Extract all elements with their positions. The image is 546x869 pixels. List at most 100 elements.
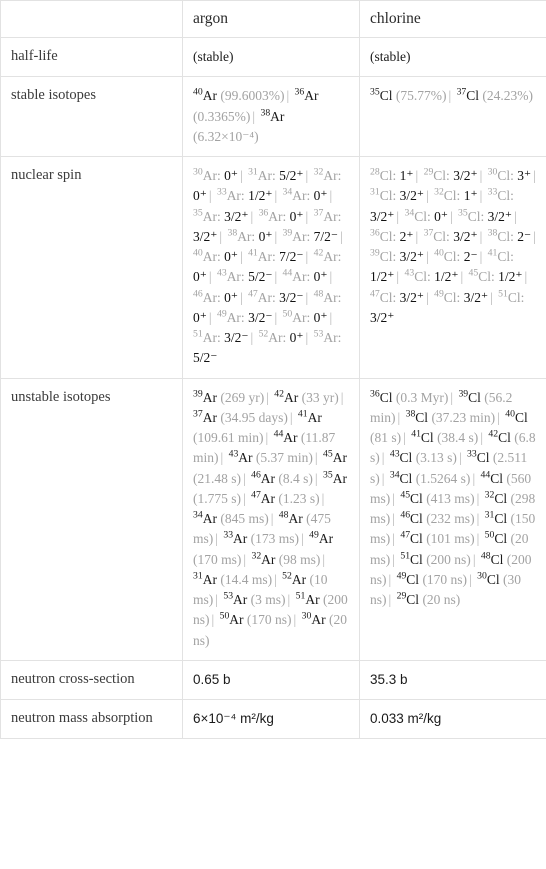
cell-value: (stable) — [370, 49, 411, 64]
isotope-separator: | — [208, 269, 212, 285]
isotope-symbol: 42Cl — [488, 428, 511, 445]
cell-argon-stable-isotopes: 40Ar (99.6003%) | 36Ar (0.3365%) | 38Ar (6… — [182, 76, 360, 157]
isotope-value: 3/2⁺ — [224, 208, 249, 224]
table-header-row: argon chlorine — [0, 0, 546, 38]
isotope-entry: 31Ar: 5/2⁺ — [248, 166, 303, 183]
isotope-symbol: 32Ar: — [313, 166, 342, 183]
isotope-symbol: 35Cl — [370, 86, 393, 104]
isotope-value: 3/2⁺ — [370, 208, 395, 224]
isotope-value: (34.95 days) — [220, 409, 288, 425]
isotope-separator: | — [266, 389, 269, 405]
isotope-value: 0⁺ — [224, 168, 238, 183]
isotope-symbol: 42Ar: — [313, 247, 342, 264]
isotope-entry: 29Cl (20 ns) — [397, 591, 461, 607]
isotope-entry: 32Cl: 1⁺ — [434, 187, 478, 203]
isotope-symbol: 33Cl: — [487, 186, 514, 204]
cell-value: 6×10⁻⁴ m²/kg — [193, 711, 274, 726]
isotope-symbol: 36Ar — [294, 86, 319, 104]
isotope-separator: | — [497, 409, 500, 425]
isotope-entry: 37Cl (24.23%) — [457, 87, 534, 104]
isotope-value: (0.3365%) — [193, 108, 251, 124]
isotope-symbol: 51Cl — [400, 550, 423, 567]
isotope-symbol: 41Ar: — [248, 247, 276, 264]
isotope-separator: | — [490, 289, 493, 305]
cell-argon-nuclear-spin: 30Ar: 0⁺ | 31Ar: 5/2⁺ | 32Ar: 0⁺ | 33Ar: 1/… — [182, 156, 360, 379]
isotope-value: 1/2⁺ — [248, 188, 273, 204]
isotope-symbol: 35Ar: — [193, 207, 221, 224]
isotope-symbol: 39Ar — [193, 388, 217, 405]
isotope-separator: | — [476, 490, 480, 506]
isotope-symbol: 50Ar — [219, 610, 244, 628]
isotope-symbol: 33Ar: — [216, 186, 245, 204]
isotope-value: 3/2⁺ — [370, 309, 395, 325]
isotope-entry: 36Cl (0.3 Myr) — [370, 388, 449, 405]
isotope-separator: | — [293, 612, 297, 628]
isotope-symbol: 31Ar: — [248, 166, 276, 183]
isotope-symbol: 36Cl — [370, 388, 393, 405]
isotope-value: (24.23%) — [482, 88, 534, 104]
row-label: half-life — [0, 36, 183, 78]
isotope-entry: 53Ar (3 ms) — [223, 590, 285, 607]
isotope-value: (6.32×10⁻⁴) — [193, 128, 259, 144]
isotope-value: (413 ms) — [426, 490, 475, 506]
isotope-separator: | — [460, 269, 464, 285]
isotope-separator: | — [449, 208, 453, 224]
cell-value: 0.033 m²/kg — [370, 711, 442, 726]
cell-argon-neutron-mass-absorption: 6×10⁻⁴ m²/kg — [182, 698, 360, 740]
isotope-separator: | — [314, 450, 318, 466]
isotope-separator: | — [305, 289, 309, 305]
isotope-value: (101 ms) — [426, 531, 475, 547]
column-header-chlorine: chlorine — [359, 0, 546, 38]
isotope-separator: | — [243, 551, 247, 567]
isotope-symbol: 41Ar — [297, 408, 322, 425]
isotope-symbol: 41Cl: — [487, 247, 514, 264]
isotope-entry: 38Cl: 2⁻ — [488, 228, 532, 244]
isotope-entry: 30Ar: 0⁺ — [193, 167, 238, 183]
isotope-value: (109.61 min) — [193, 430, 264, 445]
isotope-value: (1.5264 s) — [415, 470, 471, 486]
isotope-symbol: 47Cl: — [370, 288, 397, 305]
isotope-entry: 34Ar: 0⁺ — [283, 187, 328, 203]
isotope-entry: 39Ar (269 yr) — [193, 388, 264, 405]
isotope-symbol: 44Cl — [480, 469, 503, 486]
isotope-symbol: 32Cl — [484, 489, 508, 506]
isotope-symbol: 53Ar — [223, 590, 248, 607]
isotope-symbol: 46Ar: — [193, 288, 221, 305]
isotope-symbol: 47Ar: — [248, 288, 276, 305]
isotope-value: (0.3 Myr) — [395, 389, 449, 405]
isotope-value: (170 ms) — [193, 551, 242, 567]
isotope-separator: | — [476, 531, 480, 547]
isotope-value: (33 yr) — [301, 389, 339, 405]
isotope-separator: | — [392, 531, 395, 547]
cell-value: (stable) — [193, 49, 234, 64]
isotope-entry: 40Ar (99.6003%) — [193, 87, 284, 103]
isotope-separator: | — [415, 168, 419, 183]
isotope-entry: 34Cl (1.5264 s) — [390, 470, 471, 486]
isotope-entry: 49Ar: 3/2⁻ — [217, 309, 272, 325]
isotope-value: (170 ns) — [422, 571, 468, 587]
isotope-separator: | — [305, 330, 309, 345]
cell-chlorine-stable-isotopes: 35Cl (75.77%) | 37Cl (24.23%) — [359, 76, 546, 157]
isotope-separator: | — [329, 188, 333, 204]
isotope-value: 0⁺ — [313, 309, 328, 325]
isotope-entry: 34Cl: 0⁺ — [404, 208, 448, 224]
isotope-symbol: 47Ar — [251, 489, 276, 506]
isotope-value: (8.4 s) — [278, 470, 313, 486]
isotope-symbol: 38Ar — [260, 107, 285, 124]
table-row: stable isotopes 40Ar (99.6003%) | 36Ar (0.… — [0, 76, 546, 157]
isotope-separator: | — [480, 430, 484, 445]
isotope-symbol: 33Cl — [467, 448, 490, 466]
isotope-value: 3/2⁺ — [453, 168, 478, 183]
isotope-entry: 41Ar: 7/2⁻ — [248, 247, 304, 264]
isotope-symbol: 43Ar: — [216, 267, 245, 285]
isotope-separator: | — [287, 592, 291, 607]
isotope-symbol: 41Cl — [411, 428, 434, 445]
isotope-separator: | — [208, 188, 212, 204]
isotope-symbol: 45Ar — [323, 448, 347, 466]
isotope-symbol: 52Ar: — [258, 328, 287, 345]
row-label: neutron mass absorption — [0, 698, 183, 740]
isotope-separator: | — [396, 269, 400, 285]
isotope-value: 2⁻ — [517, 228, 532, 244]
isotope-separator: | — [265, 430, 269, 445]
isotope-value: 7/2⁻ — [279, 249, 304, 264]
